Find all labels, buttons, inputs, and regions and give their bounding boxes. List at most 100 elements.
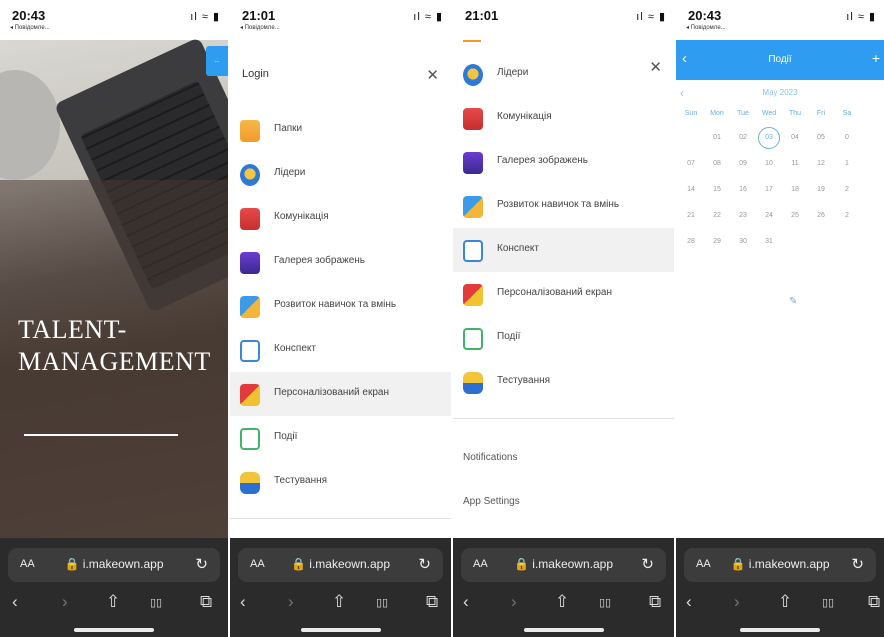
calendar-day[interactable]: 28 [678,238,704,245]
menu-item-gallery[interactable]: Галерея зображень [453,140,674,184]
calendar-day[interactable]: 09 [730,160,756,167]
calendar-day[interactable]: 21 [678,212,704,219]
weekday-header: Sun [684,110,698,117]
corner-menu-button[interactable]: ... [206,46,228,76]
signal-wifi-battery-icons: ıl ≈ ▮ [636,11,666,23]
weekday-header: Tue [737,110,749,117]
status-bar: 20:43 ◂ Повідомле... ıl ≈ ▮ [676,0,884,40]
calendar-day[interactable]: 22 [704,212,730,219]
bookmarks-icon[interactable]: ▯▯ [822,596,834,609]
menu-item-leaders[interactable]: Лідери [453,52,674,96]
hero-image: ... TALENT- MANAGEMENT [0,36,228,538]
menu-item-skills[interactable]: Розвиток навичок та вмінь [230,284,451,328]
menu-item-notes[interactable]: Конспект [453,228,674,272]
menu-item-label: Лідери [274,167,306,178]
menu-item-skills[interactable]: Розвиток навичок та вмінь [453,184,674,228]
calendar-day[interactable]: 12 [808,160,834,167]
share-icon[interactable]: ⇧ [106,592,120,612]
bookmarks-icon[interactable]: ▯▯ [150,596,162,609]
url-text[interactable]: 🔒 i.makeown.app [8,557,220,571]
calendar-day[interactable]: 17 [756,186,782,193]
page-title: Події [768,54,792,65]
calendar-day[interactable]: 08 [704,160,730,167]
calendar-day[interactable]: 0 [834,134,860,141]
calendar-day[interactable]: 11 [782,160,808,167]
back-icon[interactable]: ‹ [686,592,692,612]
login-link[interactable]: Login [242,68,269,80]
calendar-day[interactable]: 01 [704,134,730,141]
url-text[interactable]: 🔒 i.makeown.app [238,557,443,571]
menu-item-custom-screen[interactable]: Персоналізований екран [230,372,451,416]
address-bar[interactable]: AA 🔒 i.makeown.app ↻ [8,548,220,582]
reload-icon[interactable]: ↻ [641,555,654,573]
back-to-app-link[interactable]: ◂ Повідомле... [10,24,50,31]
menu-item-events[interactable]: Події [230,416,451,460]
back-to-app-link[interactable]: ◂ Повідомле... [240,24,280,31]
menu-item-custom-screen[interactable]: Персоналізований екран [453,272,674,316]
weekday-header: Fri [816,110,826,117]
menu-item-gallery[interactable]: Галерея зображень [230,240,451,284]
calendar-day[interactable]: 2 [834,186,860,193]
reload-icon[interactable]: ↻ [195,555,208,573]
notifications-link[interactable]: Notifications [463,452,517,463]
forward-icon[interactable]: › [511,592,517,612]
calendar-day[interactable]: 16 [730,186,756,193]
share-icon[interactable]: ⇧ [778,592,792,612]
calendar-day[interactable]: 15 [704,186,730,193]
menu-item-communication[interactable]: Комунікація [230,196,451,240]
bookmarks-icon[interactable]: ▯▯ [599,596,611,609]
menu-item-tests[interactable]: Тестування [453,360,674,404]
close-icon[interactable]: ✕ [426,66,439,84]
back-to-app-link[interactable]: ◂ Повідомле... [686,24,726,31]
menu-item-communication[interactable]: Комунікація [453,96,674,140]
tabs-icon[interactable]: ⧉ [649,592,661,612]
url-text[interactable]: 🔒 i.makeown.app [461,557,666,571]
back-icon[interactable]: ‹ [463,592,469,612]
calendar-day[interactable]: 24 [756,212,782,219]
calendar-day[interactable]: 10 [756,160,782,167]
menu-item-folders[interactable]: Папки [230,108,451,152]
calendar-day[interactable]: 30 [730,238,756,245]
back-icon[interactable]: ‹ [240,592,246,612]
calendar-day[interactable]: 1 [834,160,860,167]
share-icon[interactable]: ⇧ [332,592,346,612]
forward-icon[interactable]: › [734,592,740,612]
calendar-day[interactable]: 2 [834,212,860,219]
tabs-icon[interactable]: ⧉ [426,592,438,612]
calendar-day[interactable]: 03 [756,134,782,141]
signal-wifi-battery-icons: ıl ≈ ▮ [413,11,443,23]
calendar-day[interactable]: 02 [730,134,756,141]
calendar-day[interactable]: 04 [782,134,808,141]
menu-item-leaders[interactable]: Лідери [230,152,451,196]
calendar-day[interactable]: 31 [756,238,782,245]
menu-item-notes[interactable]: Конспект [230,328,451,372]
reload-icon[interactable]: ↻ [851,555,864,573]
calendar-day[interactable]: 05 [808,134,834,141]
menu-item-events[interactable]: Події [453,316,674,360]
phone-screen-landing: 20:43 ◂ Повідомле... ıl ≈ ▮ ... TALENT- … [0,0,228,637]
forward-icon[interactable]: › [288,592,294,612]
address-bar[interactable]: AA 🔒 i.makeown.app ↻ [461,548,666,582]
address-bar[interactable]: AA 🔒 i.makeown.app ↻ [238,548,443,582]
bookmarks-icon[interactable]: ▯▯ [376,596,388,609]
add-icon[interactable]: + [872,50,880,66]
calendar-day[interactable]: 26 [808,212,834,219]
back-icon[interactable]: ‹ [12,592,18,612]
calendar-day[interactable]: 23 [730,212,756,219]
address-bar[interactable]: AA 🔒 i.makeown.app ↻ [684,548,876,582]
app-settings-link[interactable]: App Settings [463,496,520,507]
reload-icon[interactable]: ↻ [418,555,431,573]
edit-pencil-icon[interactable]: ✎ [789,296,797,307]
tabs-icon[interactable]: ⧉ [868,592,880,612]
tabs-icon[interactable]: ⧉ [200,592,212,612]
forward-icon[interactable]: › [62,592,68,612]
calendar-day[interactable]: 29 [704,238,730,245]
calendar-day[interactable]: 14 [678,186,704,193]
calendar-day[interactable]: 19 [808,186,834,193]
url-text[interactable]: 🔒 i.makeown.app [684,557,876,571]
share-icon[interactable]: ⇧ [555,592,569,612]
calendar-day[interactable]: 07 [678,160,704,167]
calendar-day[interactable]: 18 [782,186,808,193]
menu-item-tests[interactable]: Тестування [230,460,451,504]
calendar-day[interactable]: 25 [782,212,808,219]
